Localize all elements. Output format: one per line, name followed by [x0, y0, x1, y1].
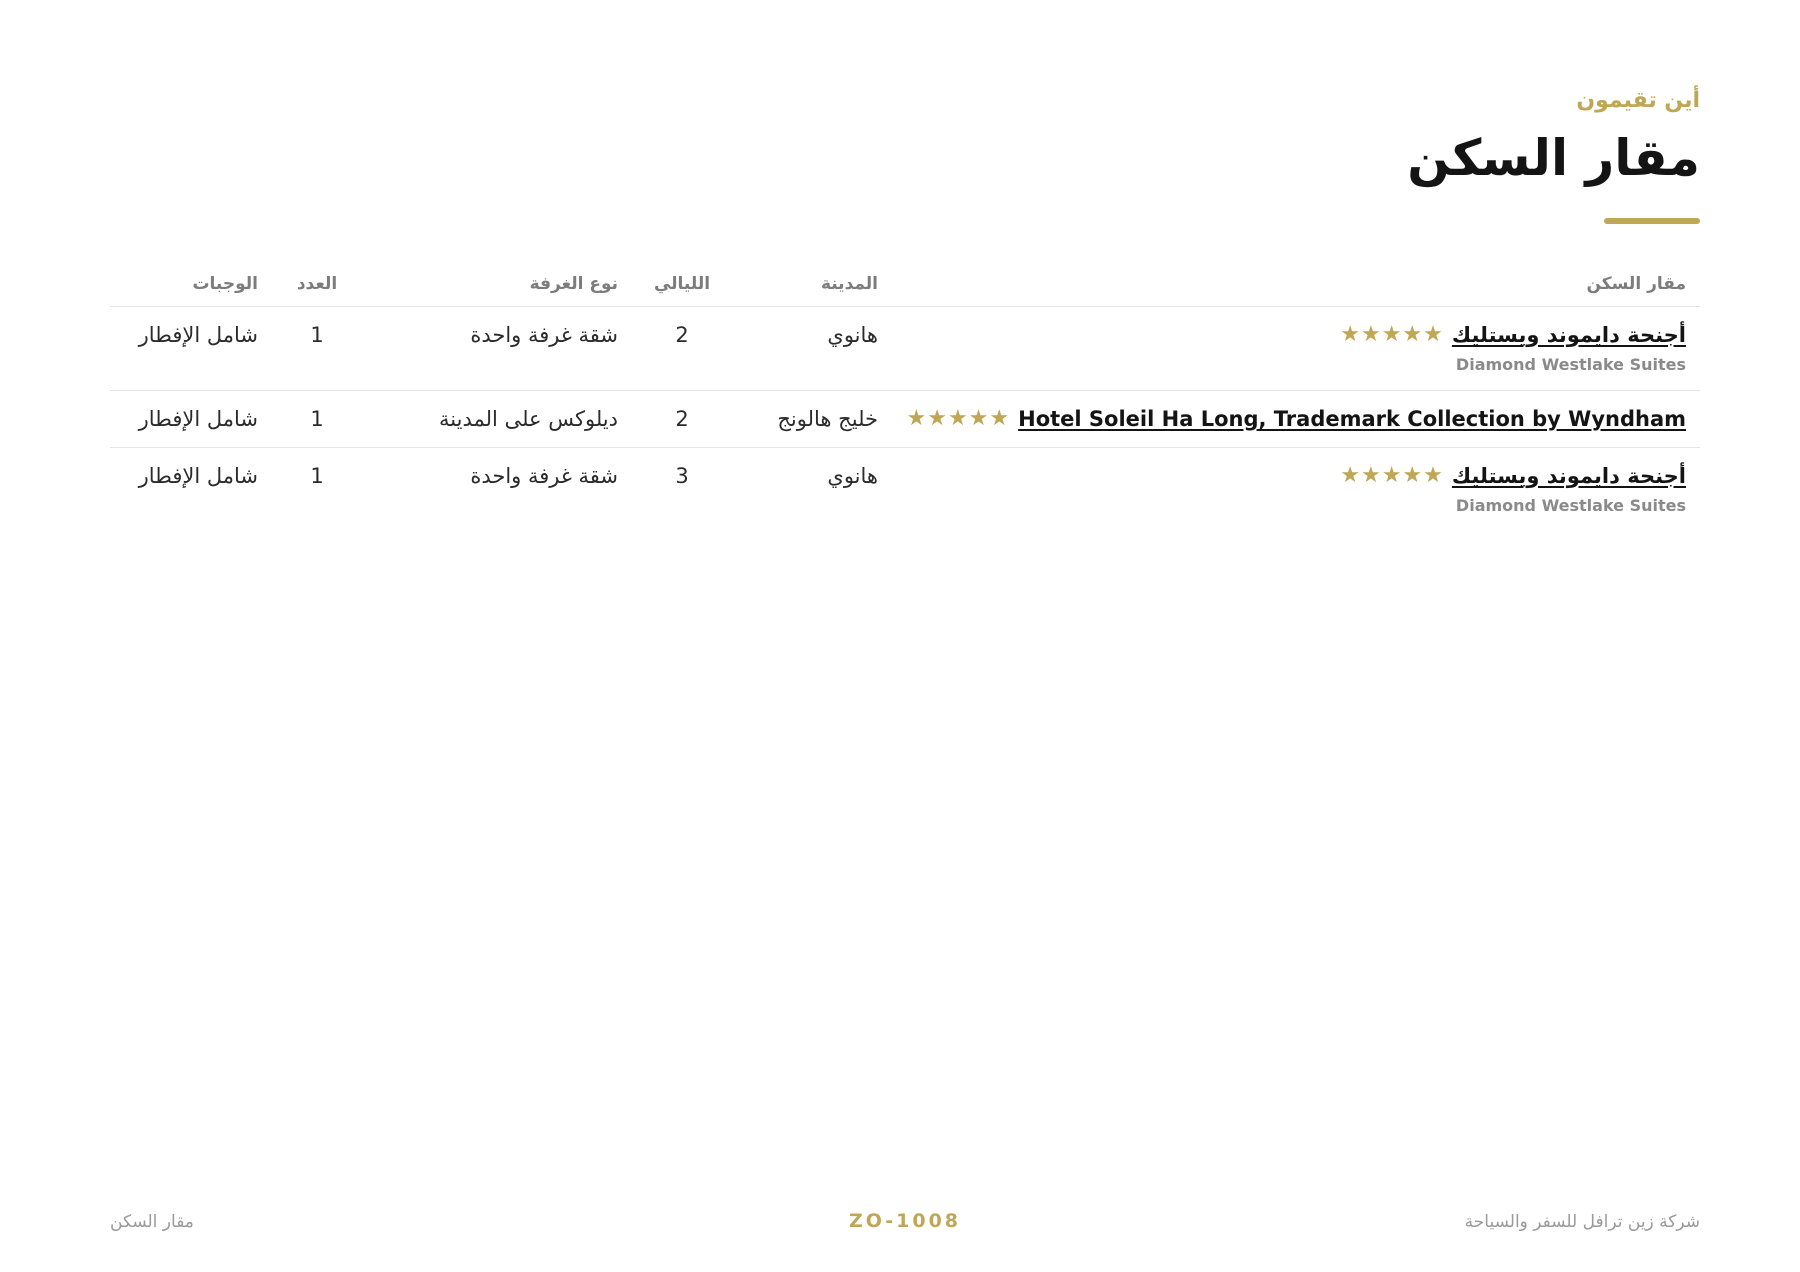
table-row: أجنحة دايموند ويستليك ★★★★★ Diamond West…: [110, 448, 1700, 532]
table-row: Hotel Soleil Ha Long, Trademark Collecti…: [110, 390, 1700, 448]
star-rating-icon: ★★★★★: [1340, 463, 1444, 488]
page: أين تقيمون مقار السكن مقار السكن المدينة…: [110, 0, 1700, 1272]
room-type-cell: شقة غرفة واحدة: [362, 306, 632, 391]
count-cell: 1: [272, 306, 362, 391]
nights-cell: 2: [632, 306, 732, 391]
table-row: أجنحة دايموند ويستليك ★★★★★ Diamond West…: [110, 306, 1700, 391]
table-header-row: مقار السكن المدينة الليالي نوع الغرفة ال…: [110, 262, 1700, 307]
hotel-cell: Hotel Soleil Ha Long, Trademark Collecti…: [892, 390, 1700, 448]
star-rating-icon: ★★★★★: [906, 406, 1011, 431]
hotel-name-link[interactable]: أجنحة دايموند ويستليك: [1452, 464, 1686, 488]
meals-cell: شامل الإفطار: [138, 464, 258, 488]
nights-cell: 2: [632, 390, 732, 448]
accommodation-table: مقار السكن المدينة الليالي نوع الغرفة ال…: [110, 262, 1700, 531]
hotel-name-link[interactable]: Hotel Soleil Ha Long, Trademark Collecti…: [1018, 407, 1686, 431]
hotel-cell: أجنحة دايموند ويستليك ★★★★★ Diamond West…: [892, 306, 1700, 391]
nights-cell: 3: [675, 464, 689, 488]
section-eyebrow: أين تقيمون: [1576, 88, 1700, 113]
column-header-room-type: نوع الغرفة: [362, 262, 632, 307]
footer-reference-code: ZO-1008: [848, 1210, 962, 1232]
city-cell: هانوي: [732, 306, 892, 391]
hotel-subtitle: Diamond Westlake Suites: [1455, 355, 1686, 374]
meals-cell: شامل الإفطار: [110, 306, 272, 391]
column-header-count: العدد: [272, 262, 362, 307]
city-cell: خليج هالونج: [732, 390, 892, 448]
column-header-city: المدينة: [732, 262, 892, 307]
meals-cell: شامل الإفطار: [110, 390, 272, 448]
count-cell: 1: [310, 464, 324, 488]
column-header-hotel: مقار السكن: [892, 262, 1700, 307]
count-cell: 1: [272, 390, 362, 448]
star-rating-icon: ★★★★★: [1340, 322, 1444, 347]
hotel-cell: أجنحة دايموند ويستليك ★★★★★ Diamond West…: [892, 448, 1700, 532]
page-title: مقار السكن: [1407, 129, 1700, 187]
column-header-meals: الوجبات: [110, 262, 272, 307]
hotel-subtitle: Diamond Westlake Suites: [1455, 496, 1686, 515]
room-type-cell: شقة غرفة واحدة: [470, 464, 618, 488]
column-header-nights: الليالي: [632, 262, 732, 307]
footer-company-name: شركة زين ترافل للسفر والسياحة: [1464, 1212, 1700, 1232]
hotel-name-link[interactable]: أجنحة دايموند ويستليك: [1452, 323, 1686, 347]
room-type-cell: ديلوكس على المدينة: [362, 390, 632, 448]
title-underline: [1604, 218, 1700, 224]
city-cell: هانوي: [827, 464, 878, 488]
